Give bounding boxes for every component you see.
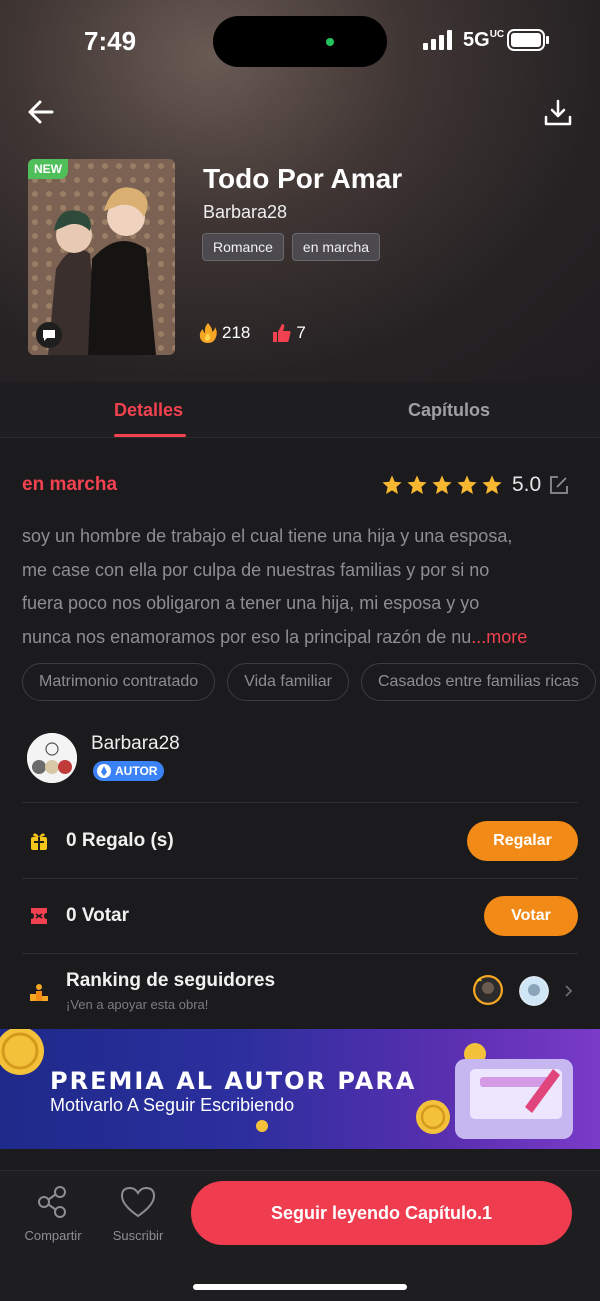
thumbs-up-icon	[273, 324, 291, 342]
gift-label: 0 Regalo (s)	[66, 830, 174, 851]
star-icon	[382, 475, 402, 494]
subscribe-button[interactable]: Suscribir	[108, 1185, 168, 1243]
genre-tag[interactable]: Casados entre familias ricas	[360, 663, 596, 701]
star-icon	[407, 475, 427, 494]
gift-icon	[31, 833, 47, 850]
edit-rating-icon[interactable]	[549, 475, 569, 495]
genre-tag-row: Matrimonio contratado Vida familiar Casa…	[22, 663, 600, 701]
rating-stars	[381, 474, 503, 496]
new-badge: NEW	[28, 159, 68, 179]
share-label: Compartir	[24, 1228, 82, 1243]
tag-status[interactable]: en marcha	[291, 233, 381, 261]
vote-label: 0 Votar	[66, 905, 130, 926]
description-line: fuera poco nos obligaron a tener una hij…	[22, 593, 480, 613]
likes-stat: 7	[272, 323, 306, 343]
book-tags: Romance en marcha	[202, 233, 381, 261]
description-line: soy un hombre de trabajo el cual tiene u…	[22, 526, 513, 546]
vote-row: 0 Votar Votar	[0, 879, 600, 955]
author-badge: AUTOR	[93, 761, 165, 781]
continue-reading-button[interactable]: Seguir leyendo Capítulo.1	[191, 1181, 572, 1245]
fire-icon	[199, 323, 217, 343]
star-icon	[482, 475, 502, 494]
popularity-stat: 218	[198, 322, 250, 344]
camera-indicator	[326, 38, 334, 46]
status-time: 7:49	[84, 26, 137, 56]
banner-subtitle: Motivarlo A Seguir Escribiendo	[50, 1095, 295, 1115]
active-tab-indicator	[114, 434, 186, 437]
star-icon	[432, 475, 452, 494]
rating-value: 5.0	[512, 473, 542, 496]
gift-button[interactable]: Regalar	[467, 821, 578, 861]
book-stats: 218 7	[198, 322, 306, 344]
like-count: 7	[296, 323, 306, 342]
story-status: en marcha	[22, 474, 118, 495]
home-indicator	[193, 1284, 407, 1290]
star-icon	[457, 475, 477, 494]
second-fan-avatar[interactable]	[519, 976, 549, 1006]
quill-icon	[97, 764, 111, 778]
avatar-illustration	[27, 733, 77, 783]
book-author[interactable]: Barbara28	[203, 202, 287, 223]
gift-row: 0 Regalo (s) Regalar	[0, 803, 600, 879]
network-label: 5GUC	[463, 29, 505, 51]
heart-icon	[120, 1186, 156, 1218]
genre-tag[interactable]: Matrimonio contratado	[22, 663, 216, 701]
book-cover[interactable]: NEW	[28, 159, 175, 355]
author-row-name: Barbara28	[91, 733, 180, 754]
tab-bar: Detalles Capítulos	[0, 382, 600, 438]
description: soy un hombre de trabajo el cual tiene u…	[22, 520, 582, 654]
share-button[interactable]: Compartir	[20, 1185, 86, 1243]
subscribe-label: Suscribir	[112, 1228, 164, 1243]
chevron-right-icon[interactable]	[563, 983, 575, 999]
author-card[interactable]: Barbara28 AUTOR	[0, 728, 600, 802]
fan-ranking-row[interactable]: Ranking de seguidores ¡Ven a apoyar esta…	[0, 954, 600, 1030]
description-line: me case con ella por culpa de nuestras f…	[22, 559, 490, 580]
author-avatar[interactable]	[27, 733, 77, 783]
fire-count: 218	[222, 323, 251, 342]
dynamic-island	[213, 16, 387, 67]
top-fan-avatar[interactable]	[473, 975, 503, 1005]
reward-author-banner[interactable]: PREMIA AL AUTOR PARA Motivarlo A Seguir …	[0, 1029, 600, 1149]
status-bar: 7:49 5GUC	[0, 0, 600, 80]
battery-icon	[507, 29, 549, 51]
ranking-subtitle: ¡Ven a apoyar esta obra!	[66, 997, 209, 1012]
tag-genre[interactable]: Romance	[202, 233, 284, 261]
share-icon	[38, 1186, 66, 1218]
podium-icon	[30, 984, 48, 1001]
download-icon[interactable]	[543, 98, 573, 128]
tab-chapters[interactable]: Capítulos	[408, 400, 490, 421]
arrow-left-icon[interactable]	[26, 97, 56, 127]
ranking-title: Ranking de seguidores	[66, 970, 276, 991]
signal-icon	[423, 30, 452, 50]
comment-icon	[36, 322, 62, 348]
banner-title: PREMIA AL AUTOR PARA	[50, 1067, 417, 1095]
more-link[interactable]: ...more	[471, 627, 527, 647]
genre-tag[interactable]: Vida familiar	[227, 663, 349, 701]
ticket-icon	[31, 908, 47, 924]
tab-details[interactable]: Detalles	[114, 400, 183, 421]
bottom-action-bar: Compartir Suscribir Seguir leyendo Capít…	[0, 1170, 600, 1301]
book-title: Todo Por Amar	[203, 163, 403, 194]
description-line-last: nunca nos enamoramos por eso la principa…	[22, 626, 528, 647]
vote-button[interactable]: Votar	[484, 896, 578, 936]
